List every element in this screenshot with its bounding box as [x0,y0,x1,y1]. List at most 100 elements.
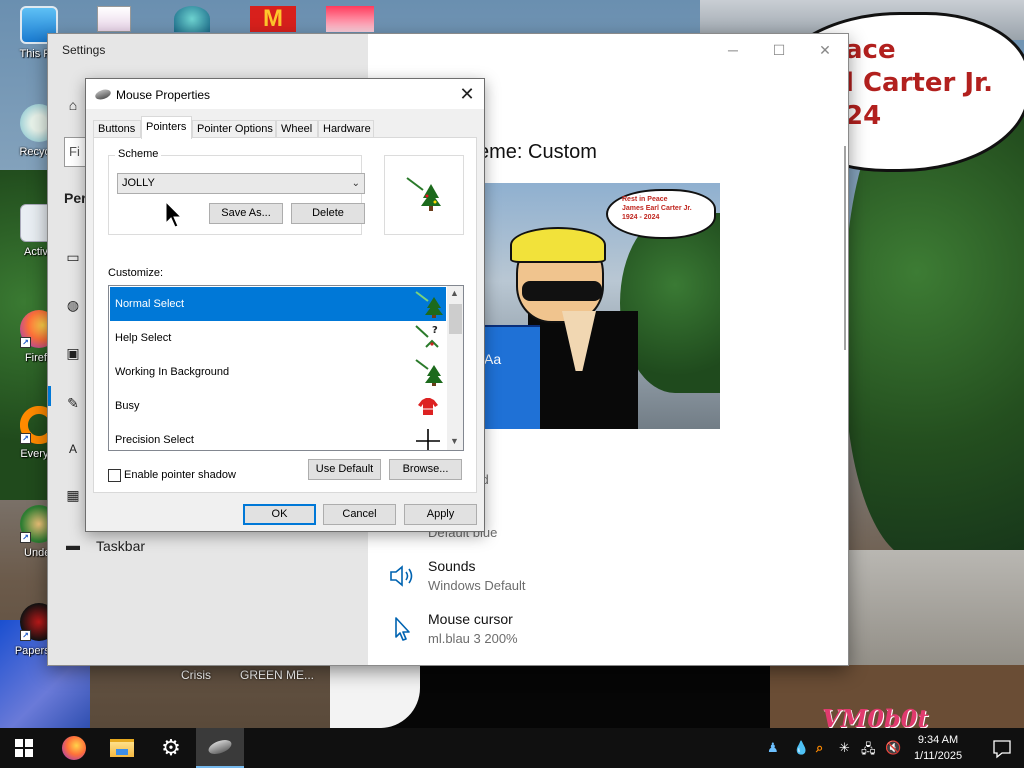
cursor-row-help-select[interactable]: Help Select ? [110,321,446,355]
cursor-row-busy[interactable]: Busy [110,389,446,423]
dialog-titlebar[interactable]: Mouse Properties ✕ [86,79,484,109]
delete-button[interactable]: Delete [291,203,365,224]
settings-title: Settings [62,43,106,57]
gear-icon: ⚙ [161,735,181,760]
chevron-down-icon: ⌄ [351,178,360,189]
scheme-groupbox: Scheme JOLLY ⌄ Save As... Delete [108,148,365,235]
taskbar-mouse-properties[interactable] [196,728,244,768]
tab-pointer-options[interactable]: Pointer Options [192,120,276,138]
tab-buttons[interactable]: Buttons [93,120,141,138]
scroll-thumb[interactable] [449,304,462,334]
nav-selection-indicator [48,386,51,406]
preview-hat [510,227,606,263]
taskbar-icon[interactable]: ▬ [64,536,82,554]
theme-preview: Aa Rest in Peace James Earl Carter Jr. 1… [480,183,720,429]
close-button[interactable]: ✕ [802,37,848,63]
desktop-label-crisis: Crisis [181,668,211,682]
mouse-icon [94,87,112,102]
tab-pointers[interactable]: Pointers [141,116,192,139]
wallpaper-watermark: VM0b0t [822,704,929,728]
sweater-icon [418,398,438,415]
preview-bubble-text: Rest in Peace James Earl Carter Jr. 1924… [622,196,692,221]
tab-hardware[interactable]: Hardware [318,120,374,138]
use-default-button[interactable]: Use Default [308,459,381,480]
pine-tree-arrow-icon [415,359,443,386]
minimize-button[interactable]: ─ [710,37,756,63]
cancel-button[interactable]: Cancel [323,504,396,525]
crosshair-icon [416,429,440,450]
apply-button[interactable]: Apply [404,504,477,525]
help-pointer-icon: ? [415,325,439,348]
nav-item-taskbar[interactable]: Taskbar [96,538,145,554]
mouse-properties-dialog: Mouse Properties ✕ Buttons Pointers Poin… [85,78,485,532]
dialog-close-button[interactable]: ✕ [452,81,482,107]
ok-button[interactable]: OK [243,504,316,525]
windows-logo-icon [15,739,33,757]
mouse-pointer-icon [165,201,183,228]
cursor-row-normal-select[interactable]: Normal Select [110,287,446,321]
desktop-icon-top-2[interactable] [174,6,210,32]
palette-icon[interactable]: ◍ [64,296,82,314]
wallpaper-sidewalk [845,550,1024,680]
pointer-shadow-checkbox[interactable] [108,469,121,482]
mouse-icon [206,737,234,757]
shortcut-arrow-icon: ↗ [20,433,31,444]
snowflake-tray-icon[interactable]: ✳ [839,740,850,756]
notification-icon [993,740,1011,759]
cursor-list[interactable]: Normal Select Help Select ? Working In B… [108,285,464,451]
taskbar-settings[interactable]: ⚙ [147,728,195,768]
themes-icon[interactable]: ✎ [64,394,82,412]
network-tray-icon[interactable]: 🖧 [861,740,876,756]
cursor-row-working-background[interactable]: Working In Background [110,355,446,389]
start-button[interactable] [0,728,48,768]
pine-tree-cursor-icon [406,177,441,211]
lock-screen-icon[interactable]: ▣ [64,344,82,362]
scroll-up-icon[interactable]: ▲ [450,288,459,298]
pointers-tab-panel: Scheme JOLLY ⌄ Save As... Delete Customi… [93,137,477,493]
shortcut-arrow-icon: ↗ [20,337,31,348]
taskbar: ⚙ ♟ 💧 ⌕ ✳ 🖧 🔇 9:34 AM 1/11/2025 [0,728,1024,768]
theme-heading: eme: Custom [478,141,597,163]
mcdonalds-icon[interactable]: M [250,6,296,32]
scroll-down-icon[interactable]: ▼ [450,436,459,446]
taskbar-clock[interactable]: 9:34 AM 1/11/2025 [900,732,976,764]
desktop-label-green: GREEN ME... [240,668,315,682]
cursor-list-scrollbar[interactable]: ▲ ▼ [447,286,463,450]
desktop-icon-top-4[interactable] [326,6,374,32]
mouse-cursor-icon [395,617,410,641]
browse-button[interactable]: Browse... [389,459,462,480]
preview-start-tiles: Aa [480,325,540,429]
taskbar-file-explorer[interactable] [98,728,146,768]
speaker-icon [390,565,413,587]
taskbar-firefox[interactable] [50,728,98,768]
save-as-button[interactable]: Save As... [209,203,283,224]
scheme-dropdown[interactable]: JOLLY ⌄ [117,173,365,194]
action-center-button[interactable] [980,728,1024,768]
customize-label: Customize: [108,267,164,279]
scheme-label: Scheme [115,148,162,160]
search-tray-icon[interactable]: ⌕ [816,740,823,756]
pine-tree-arrow-icon [415,291,443,318]
start-icon[interactable]: ▦ [64,486,82,504]
volume-muted-tray-icon[interactable]: 🔇 [885,740,901,756]
person-tray-icon[interactable]: ♟ [767,740,779,756]
clock-time: 9:34 AM [917,734,959,746]
preview-aa: Aa [484,351,502,367]
home-icon[interactable]: ⌂ [64,96,82,114]
shortcut-arrow-icon: ↗ [20,532,31,543]
cursor-row-precision-select[interactable]: Precision Select [110,423,446,450]
wallpaper-bubble-text: ace l Carter Jr. 24 [845,35,994,131]
drop-tray-icon[interactable]: 💧 [793,740,809,756]
firefox-icon [62,736,86,760]
image-icon[interactable]: ▭ [64,248,82,266]
shortcut-arrow-icon: ↗ [20,630,31,641]
pointer-shadow-label: Enable pointer shadow [124,469,236,481]
cursor-preview [384,155,464,235]
desktop-icon-top-1[interactable] [97,6,131,32]
tab-wheel[interactable]: Wheel [276,120,318,138]
maximize-button[interactable]: ☐ [756,37,802,63]
clock-date: 1/11/2025 [913,750,963,762]
fonts-icon[interactable]: A [64,440,82,458]
settings-scrollbar[interactable] [844,146,846,350]
svg-text:?: ? [432,325,438,336]
